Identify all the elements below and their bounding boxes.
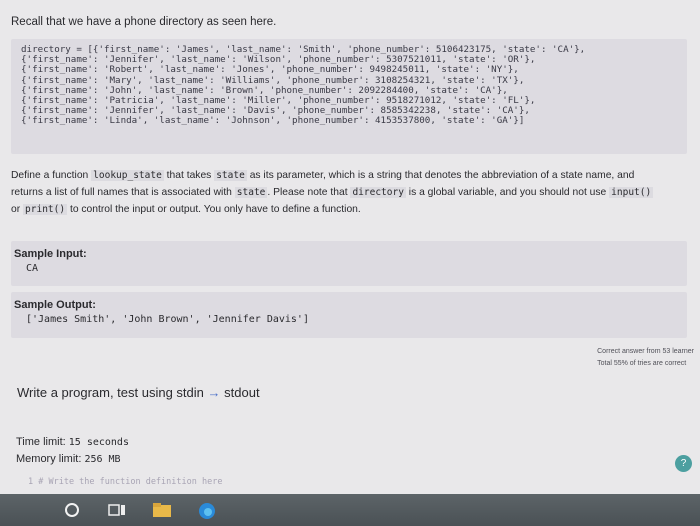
edge-browser-icon[interactable] [198,502,216,525]
stats-correct-learners: Correct answer from 53 learner [597,348,694,355]
print-function: print() [23,204,68,215]
heading-text: stdout [224,385,260,400]
memory-limit-value: 256 MB [84,454,121,465]
memory-limit-label: Memory limit: [16,453,82,465]
desc-text: is a global variable, and you should not… [408,187,607,198]
intro-text: Recall that we have a phone directory as… [11,16,277,28]
param-name: state [214,170,247,181]
sample-input-box: Sample Input: CA [11,241,687,286]
sample-output-box: Sample Output: ['James Smith', 'John Bro… [11,292,687,338]
arrow-icon: → [207,385,221,400]
task-view-icon[interactable] [108,502,126,523]
write-program-heading: Write a program, test using stdin → stdo… [17,385,260,400]
desc-text: Define a function [11,170,89,181]
code-editor-placeholder[interactable]: 1 # Write the function definition here [28,477,222,487]
desc-text: to control the input or output. You only… [69,204,361,215]
desc-text: that takes [166,170,212,181]
time-limit-label: Time limit: [16,436,66,448]
time-limit: Time limit: 15 seconds [16,434,129,451]
sample-output-label: Sample Output: [14,299,96,311]
code-text: directory = [{'first_name': 'James', 'la… [21,44,586,127]
desc-text: or [11,204,21,215]
taskbar [0,494,700,526]
function-name: lookup_state [91,170,164,181]
desc-text: as its parameter, which is a string that… [249,170,635,181]
limits-block: Time limit: 15 seconds Memory limit: 256… [16,434,129,468]
heading-text: Write a program, test using stdin [17,385,204,400]
file-explorer-icon[interactable] [152,502,172,523]
stats-correct-percent: Total 55% of tries are correct [597,360,687,367]
sample-output-value: ['James Smith', 'John Brown', 'Jennifer … [26,314,309,325]
time-limit-value: 15 seconds [68,437,129,448]
global-variable-name: directory [350,187,406,198]
param-name: state [234,187,268,198]
start-search-icon[interactable] [64,502,80,523]
problem-description: Define a function lookup_state that take… [11,167,691,218]
input-function: input() [609,187,654,198]
sample-input-label: Sample Input: [14,248,87,260]
memory-limit: Memory limit: 256 MB [16,451,129,468]
sample-input-value: CA [26,263,39,274]
desc-text: . Please note that [267,187,348,198]
submission-stats: Correct answer from 53 learner Total 55%… [597,346,694,370]
directory-code-block: directory = [{'first_name': 'James', 'la… [11,39,687,154]
help-icon[interactable]: ? [675,455,692,472]
desc-text: returns a list of full names that is ass… [11,187,232,198]
